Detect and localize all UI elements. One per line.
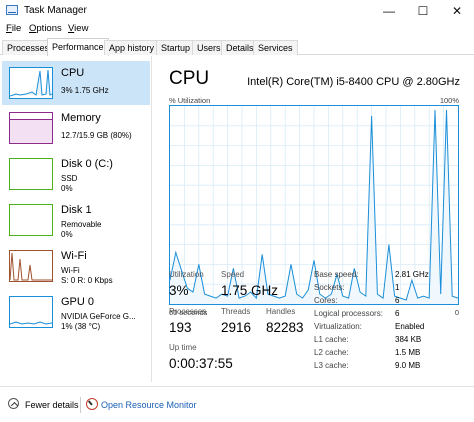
cpu-graph-icon [9, 67, 53, 99]
sidebar-item-memory[interactable]: Memory 12.7/15.9 GB (80%) [2, 106, 150, 150]
menu-bar: File Options View [0, 22, 474, 36]
tab-strip: Processes Performance App history Startu… [0, 38, 474, 56]
disk-graph-icon [9, 158, 53, 190]
sidebar-gpu-usage: 1% (38 °C) [61, 322, 101, 331]
footer-divider [80, 397, 81, 413]
sidebar-item-disk-0[interactable]: Disk 0 (C:) SSD 0% [2, 152, 150, 196]
spec-l2-cache: L2 cache: 1.5 MB [314, 348, 421, 357]
spec-l3-cache: L3 cache: 9.0 MB [314, 361, 421, 370]
footer-bar: Fewer details Open Resource Monitor [0, 386, 474, 422]
title-bar: Task Manager — ☐ ✕ [0, 0, 474, 22]
menu-view[interactable]: View [68, 23, 88, 34]
speed-value: 1.75 GHz [221, 283, 279, 298]
sidebar-disk0-title: Disk 0 (C:) [61, 158, 113, 170]
chart-y-max: 100% [439, 96, 459, 105]
sidebar-gpu-title: GPU 0 [61, 296, 95, 308]
window-title: Task Manager [24, 5, 87, 16]
spec-l1-cache: L1 cache: 384 KB [314, 335, 422, 344]
menu-file[interactable]: File [6, 23, 21, 34]
minimize-button[interactable]: — [372, 0, 406, 22]
tab-app-history[interactable]: App history [104, 40, 160, 55]
threads-label: Threads [221, 307, 251, 316]
processes-label: Processes [169, 307, 207, 316]
spec-logical-processors: Logical processors: 6 [314, 309, 400, 318]
handles-value: 82283 [266, 320, 304, 335]
spec-sockets: Sockets: 1 [314, 283, 400, 292]
spec-base-speed: Base speed: 2.81 GHz [314, 270, 429, 279]
sidebar-wifi-title: Wi-Fi [61, 250, 87, 262]
processes-value: 193 [169, 320, 192, 335]
sidebar-disk1-type: Removable [61, 220, 102, 229]
sidebar-wifi-throughput: S: 0 R: 0 Kbps [61, 276, 113, 285]
sidebar-item-disk-1[interactable]: Disk 1 Removable 0% [2, 198, 150, 242]
threads-value: 2916 [221, 320, 252, 335]
sidebar-disk1-usage: 0% [61, 230, 73, 239]
spec-cores: Cores: 6 [314, 296, 400, 305]
task-manager-icon [6, 5, 18, 15]
tab-startup[interactable]: Startup [156, 40, 196, 55]
open-resource-monitor-link[interactable]: Open Resource Monitor [101, 400, 197, 410]
tab-performance[interactable]: Performance [47, 38, 109, 56]
sidebar-disk0-usage: 0% [61, 184, 73, 193]
utilization-value: 3% [169, 283, 189, 298]
sidebar-gpu-model: NVIDIA GeForce G... [61, 312, 136, 321]
menu-options[interactable]: Options [29, 23, 62, 34]
sidebar-disk0-type: SSD [61, 174, 78, 183]
sidebar-cpu-title: CPU [61, 67, 85, 79]
page-title: CPU [169, 68, 210, 89]
sidebar-item-gpu-0[interactable]: GPU 0 NVIDIA GeForce G... 1% (38 °C) [2, 290, 150, 334]
gpu-graph-icon [9, 296, 53, 328]
close-button[interactable]: ✕ [440, 0, 474, 22]
resource-sidebar: CPU 3% 1.75 GHz Memory 12.7/15.9 GB (80%… [0, 56, 152, 382]
memory-graph-icon [9, 112, 53, 144]
sidebar-memory-title: Memory [61, 112, 101, 124]
sidebar-disk1-title: Disk 1 [61, 204, 92, 216]
sidebar-memory-usage: 12.7/15.9 GB (80%) [61, 131, 132, 140]
cpu-model-name: Intel(R) Core(TM) i5-8400 CPU @ 2.80GHz [247, 76, 460, 88]
fewer-details-link[interactable]: Fewer details [25, 400, 79, 410]
wifi-graph-icon [9, 250, 53, 282]
sidebar-item-cpu[interactable]: CPU 3% 1.75 GHz [2, 61, 150, 105]
chart-y-label: % Utilization [169, 96, 211, 105]
utilization-label: Utilization [169, 270, 204, 279]
spec-virtualization: Virtualization: Enabled [314, 322, 425, 331]
sidebar-wifi-name: Wi-Fi [61, 266, 80, 275]
disk-graph-icon [9, 204, 53, 236]
maximize-button[interactable]: ☐ [406, 0, 440, 22]
resource-monitor-icon[interactable] [86, 398, 98, 410]
uptime-value: 0:00:37:55 [169, 356, 233, 371]
cpu-detail-panel: CPU Intel(R) Core(TM) i5-8400 CPU @ 2.80… [153, 56, 474, 382]
chevron-up-icon[interactable] [8, 398, 19, 409]
sidebar-cpu-usage: 3% 1.75 GHz [61, 86, 109, 95]
sidebar-item-wifi[interactable]: Wi-Fi Wi-Fi S: 0 R: 0 Kbps [2, 244, 150, 288]
speed-label: Speed [221, 270, 245, 279]
tab-services[interactable]: Services [253, 40, 298, 55]
handles-label: Handles [266, 307, 296, 316]
uptime-label: Up time [169, 343, 197, 352]
